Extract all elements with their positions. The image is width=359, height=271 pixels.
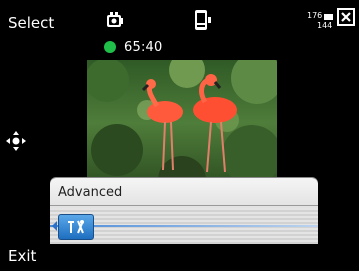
panel-divider bbox=[50, 205, 318, 206]
phone-icon bbox=[193, 8, 213, 34]
panel-title: Advanced bbox=[58, 185, 123, 200]
camera-preview bbox=[87, 60, 277, 186]
recording-timer: 65:40 bbox=[104, 38, 162, 56]
svg-text:144: 144 bbox=[317, 21, 332, 30]
resolution-icon: 176 144 bbox=[307, 8, 337, 34]
left-arrow-icon[interactable] bbox=[52, 221, 57, 231]
tools-icon bbox=[68, 220, 84, 234]
svg-text:176: 176 bbox=[307, 11, 322, 20]
camera-mode-icon bbox=[103, 8, 127, 34]
navigation-pad-icon[interactable] bbox=[5, 130, 27, 156]
recording-indicator bbox=[104, 41, 116, 53]
exit-softkey[interactable]: Exit bbox=[8, 247, 36, 265]
panel-item-row bbox=[50, 208, 318, 244]
advanced-menu-panel: Advanced bbox=[50, 178, 318, 244]
close-icon[interactable] bbox=[337, 8, 355, 34]
tools-button[interactable] bbox=[58, 214, 94, 240]
recording-time: 65:40 bbox=[124, 39, 163, 55]
select-softkey[interactable]: Select bbox=[8, 14, 54, 32]
